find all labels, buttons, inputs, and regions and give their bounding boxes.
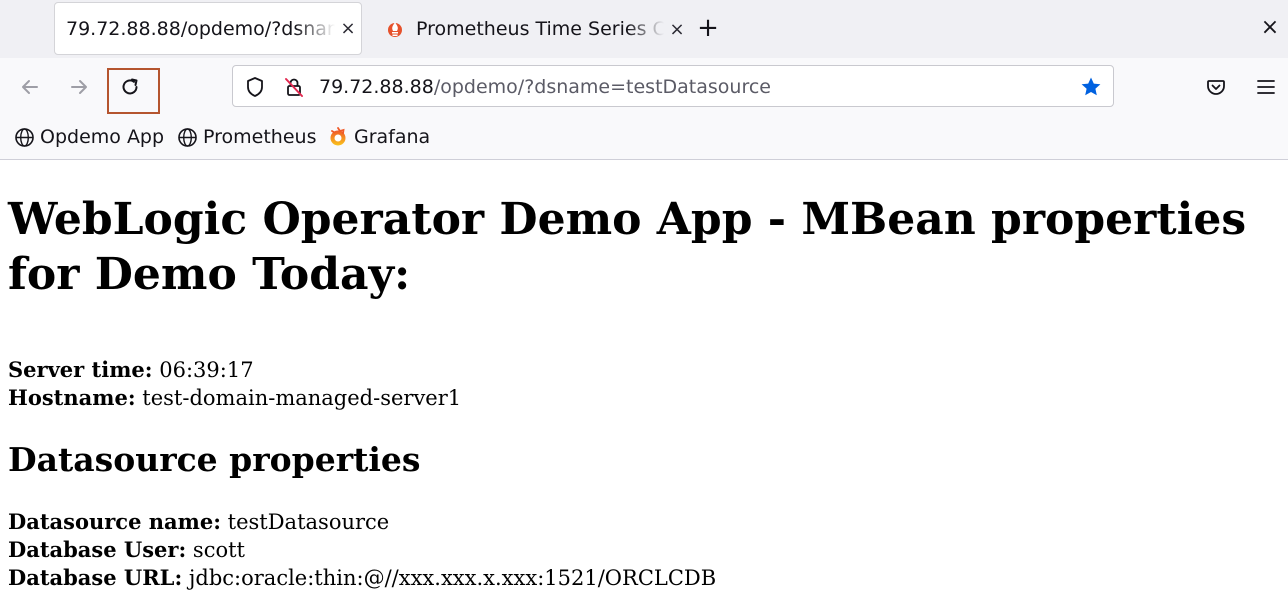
hostname-label: Hostname: [8,385,136,410]
hamburger-menu-icon [1257,80,1275,94]
grafana-icon [330,127,346,146]
nav-bar: 79.72.88.88/opdemo/?dsname=testDatasourc… [0,58,1288,116]
bookmark-label: Grafana [354,126,431,148]
datasource-heading: Datasource properties [8,440,421,479]
bookmark-label: Prometheus [203,126,317,148]
forward-button[interactable] [63,71,95,103]
server-time-value: 06:39:17 [159,358,254,382]
bookmark-star-icon[interactable] [1079,75,1103,99]
database-url-label: Database URL: [8,565,183,590]
datasource-name-row: Datasource name: testDatasource [8,508,389,536]
pocket-icon [1207,80,1225,95]
window-close-button[interactable]: × [1258,14,1282,42]
hostname-row: Hostname: test-domain-managed-server1 [8,384,461,412]
insecure-lock-icon[interactable] [283,76,305,98]
back-arrow-icon [22,80,38,94]
reload-button[interactable] [114,71,146,103]
globe-icon [178,127,197,147]
prometheus-flame-icon [388,22,402,37]
database-url-value: jdbc:oracle:thin:@//xxx.xxx.x.xxx:1521/O… [188,566,717,590]
tracking-shield-icon[interactable] [245,76,265,98]
reload-icon [122,78,138,95]
bookmark-prometheus[interactable]: Prometheus [177,116,316,158]
address-bar[interactable]: 79.72.88.88/opdemo/?dsname=testDatasourc… [232,65,1114,107]
tab-close-icon[interactable]: × [335,18,361,39]
globe-icon [15,127,34,147]
bookmark-grafana[interactable]: Grafana [327,116,430,158]
database-user-value: scott [192,538,245,562]
bookmark-opdemo-app[interactable]: Opdemo App [14,116,164,158]
pocket-button[interactable] [1200,71,1232,103]
bookmark-label: Opdemo App [40,126,165,148]
server-time-row: Server time: 06:39:17 [8,356,254,384]
database-url-row: Database URL: jdbc:oracle:thin:@//xxx.xx… [8,564,716,592]
page-title: WebLogic Operator Demo App - MBean prope… [8,194,1247,300]
tab-opdemo[interactable]: 79.72.88.88/opdemo/?dsname=testDatasourc… [54,2,362,55]
server-time-label: Server time: [8,357,153,382]
tab-strip: 79.72.88.88/opdemo/?dsname=testDatasourc… [0,0,1288,58]
menu-button[interactable] [1250,71,1282,103]
url-text[interactable]: 79.72.88.88/opdemo/?dsname=testDatasourc… [319,66,771,108]
database-user-row: Database User: scott [8,536,245,564]
database-user-label: Database User: [8,537,187,562]
url-host: 79.72.88.88 [319,76,434,98]
datasource-name-value: testDatasource [227,510,390,534]
tab-title: Prometheus Time Series Collection and Pr… [416,18,664,40]
url-path: /opdemo/?dsname=testDatasource [433,76,771,98]
bookmarks-bar: Opdemo App Prometheus Grafana [0,116,1288,160]
hostname-value: test-domain-managed-server1 [142,386,462,410]
forward-arrow-icon [71,80,87,94]
tab-prometheus[interactable]: Prometheus Time Series Collection and Pr… [372,0,690,58]
new-tab-button[interactable]: + [694,14,722,42]
back-button[interactable] [14,71,46,103]
tab-title: 79.72.88.88/opdemo/?dsname=testDatasourc… [66,17,335,40]
datasource-name-label: Datasource name: [8,509,221,534]
tab-close-icon[interactable]: × [664,19,690,40]
